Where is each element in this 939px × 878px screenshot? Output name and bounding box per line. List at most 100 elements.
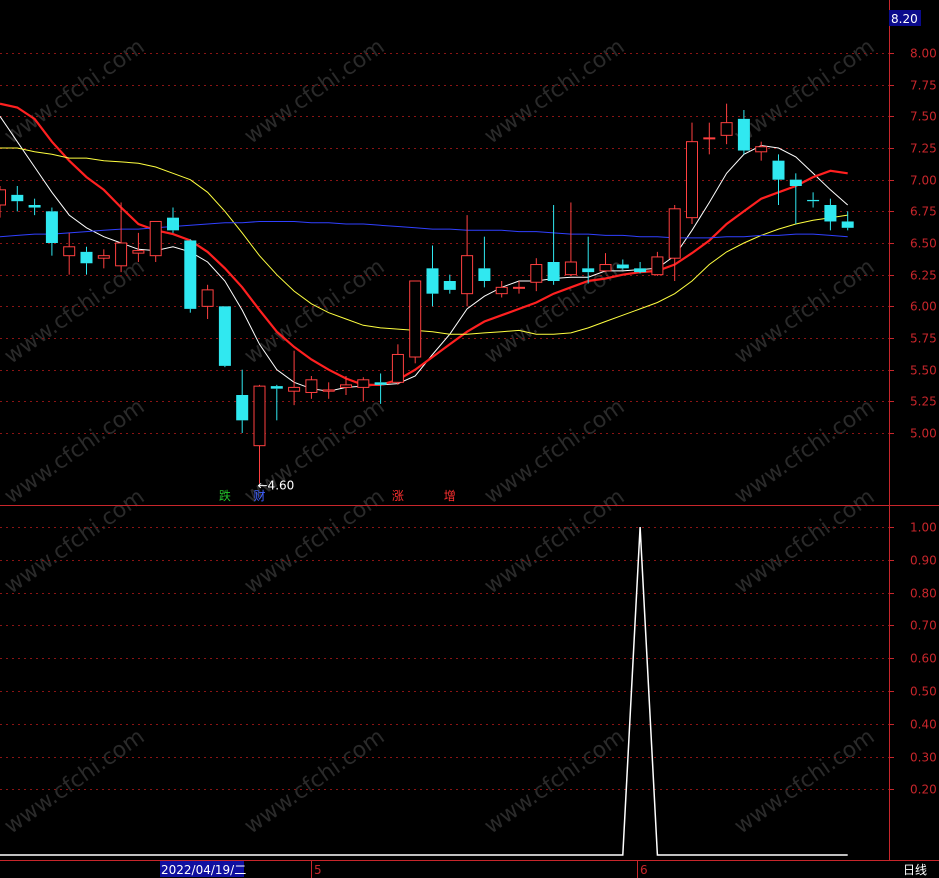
price-tick-label: 5.00 <box>910 427 937 441</box>
candle[interactable] <box>270 384 283 421</box>
candle[interactable] <box>357 377 370 402</box>
candle-body <box>11 194 24 202</box>
candle[interactable] <box>720 103 733 145</box>
candle[interactable] <box>391 344 404 385</box>
watermark-text: www.cfchi.com <box>480 34 629 149</box>
candle[interactable] <box>495 281 508 298</box>
candle[interactable] <box>11 186 24 212</box>
candle[interactable] <box>322 382 335 399</box>
candle[interactable] <box>530 258 543 292</box>
candle[interactable] <box>0 186 6 218</box>
candle[interactable] <box>443 274 456 294</box>
candle-body <box>737 118 750 151</box>
watermark-text: www.cfchi.com <box>730 34 879 149</box>
candle[interactable] <box>634 262 647 274</box>
candle-body <box>426 268 439 294</box>
candle-body <box>720 122 733 136</box>
candle[interactable] <box>97 249 110 269</box>
candle-body <box>824 205 837 222</box>
candle[interactable] <box>45 207 58 256</box>
watermark-text: www.cfchi.com <box>730 724 879 839</box>
event-marker[interactable]: 跌 <box>219 488 231 503</box>
candle[interactable] <box>80 246 93 275</box>
candle[interactable] <box>409 280 422 364</box>
watermark-text: www.cfchi.com <box>480 724 629 839</box>
candle[interactable] <box>115 202 128 273</box>
candle[interactable] <box>253 384 266 484</box>
price-tick-label: 7.75 <box>910 79 937 93</box>
event-marker[interactable]: 增 <box>444 489 456 503</box>
candle-body <box>322 389 335 392</box>
indicator-tick-label: 1.00 <box>910 521 937 535</box>
ma-line <box>0 102 848 386</box>
candle[interactable] <box>426 245 439 307</box>
candle[interactable] <box>772 154 785 205</box>
candle-body <box>409 280 422 358</box>
candle[interactable] <box>218 306 231 368</box>
candle[interactable] <box>651 251 664 276</box>
indicator-tick-label: 0.80 <box>910 587 937 601</box>
month-label-5: 5 <box>314 863 322 877</box>
candle-body <box>28 205 41 208</box>
candle[interactable] <box>564 202 577 276</box>
candle[interactable] <box>201 284 214 319</box>
stock-chart[interactable]: www.cfchi.com www.cfchi.com www.cfchi.com w… <box>0 0 939 878</box>
candle-body <box>115 242 128 267</box>
candle[interactable] <box>755 141 768 161</box>
candle-body <box>651 256 664 276</box>
watermark-text: www.cfchi.com <box>240 254 389 369</box>
candle[interactable] <box>461 215 474 307</box>
watermark-text: www.cfchi.com <box>0 34 149 149</box>
candle-body <box>374 382 387 385</box>
candle-body <box>443 281 456 290</box>
candle-body <box>513 286 525 289</box>
price-tick-label: 7.50 <box>910 110 937 124</box>
candle-body <box>703 137 716 140</box>
candle-body <box>340 384 352 388</box>
candle[interactable] <box>841 211 854 231</box>
price-tick-label: 5.75 <box>910 332 937 346</box>
candle-body <box>668 208 681 259</box>
candle[interactable] <box>686 122 698 224</box>
candle-body <box>789 179 802 186</box>
period-label[interactable]: 日线 <box>903 863 927 877</box>
price-tick-label: 7.00 <box>910 174 937 188</box>
candle[interactable] <box>547 205 560 285</box>
candle[interactable] <box>824 198 837 231</box>
candle[interactable] <box>288 350 301 406</box>
candle-body <box>253 385 266 447</box>
current-price-label: 8.20 <box>891 12 918 26</box>
indicator-tick-label: 0.30 <box>910 751 937 765</box>
candle[interactable] <box>236 369 249 433</box>
candle-body <box>461 255 474 295</box>
price-tick-label: 8.00 <box>910 47 937 61</box>
candle[interactable] <box>668 205 681 281</box>
candle-body <box>391 353 404 383</box>
candle-body <box>0 189 6 206</box>
candle-body <box>547 262 560 281</box>
candle[interactable] <box>807 192 820 208</box>
month-label-6: 6 <box>640 863 648 877</box>
candle-body <box>616 264 629 269</box>
watermark: www.cfchi.com www.cfchi.com www.cfchi.com w… <box>0 34 879 839</box>
candle[interactable] <box>703 122 716 155</box>
candle-body <box>288 386 301 392</box>
candle[interactable] <box>478 236 491 288</box>
candle-body <box>201 289 214 307</box>
candle-body <box>599 264 612 272</box>
candle[interactable] <box>28 198 41 216</box>
candle-body <box>132 250 145 254</box>
candle[interactable] <box>184 239 197 313</box>
ma-line <box>0 116 849 392</box>
candle-body <box>184 240 197 309</box>
price-tick-label: 6.25 <box>910 269 937 283</box>
candle[interactable] <box>305 376 318 399</box>
candle[interactable] <box>63 232 76 275</box>
candle-body <box>772 160 785 180</box>
candle[interactable] <box>789 173 802 224</box>
indicator-tick-label: 0.60 <box>910 652 937 666</box>
event-marker[interactable]: 涨 <box>392 488 404 503</box>
candle-body <box>149 220 162 257</box>
event-marker[interactable]: 财 <box>254 489 266 503</box>
candle[interactable] <box>149 220 162 262</box>
